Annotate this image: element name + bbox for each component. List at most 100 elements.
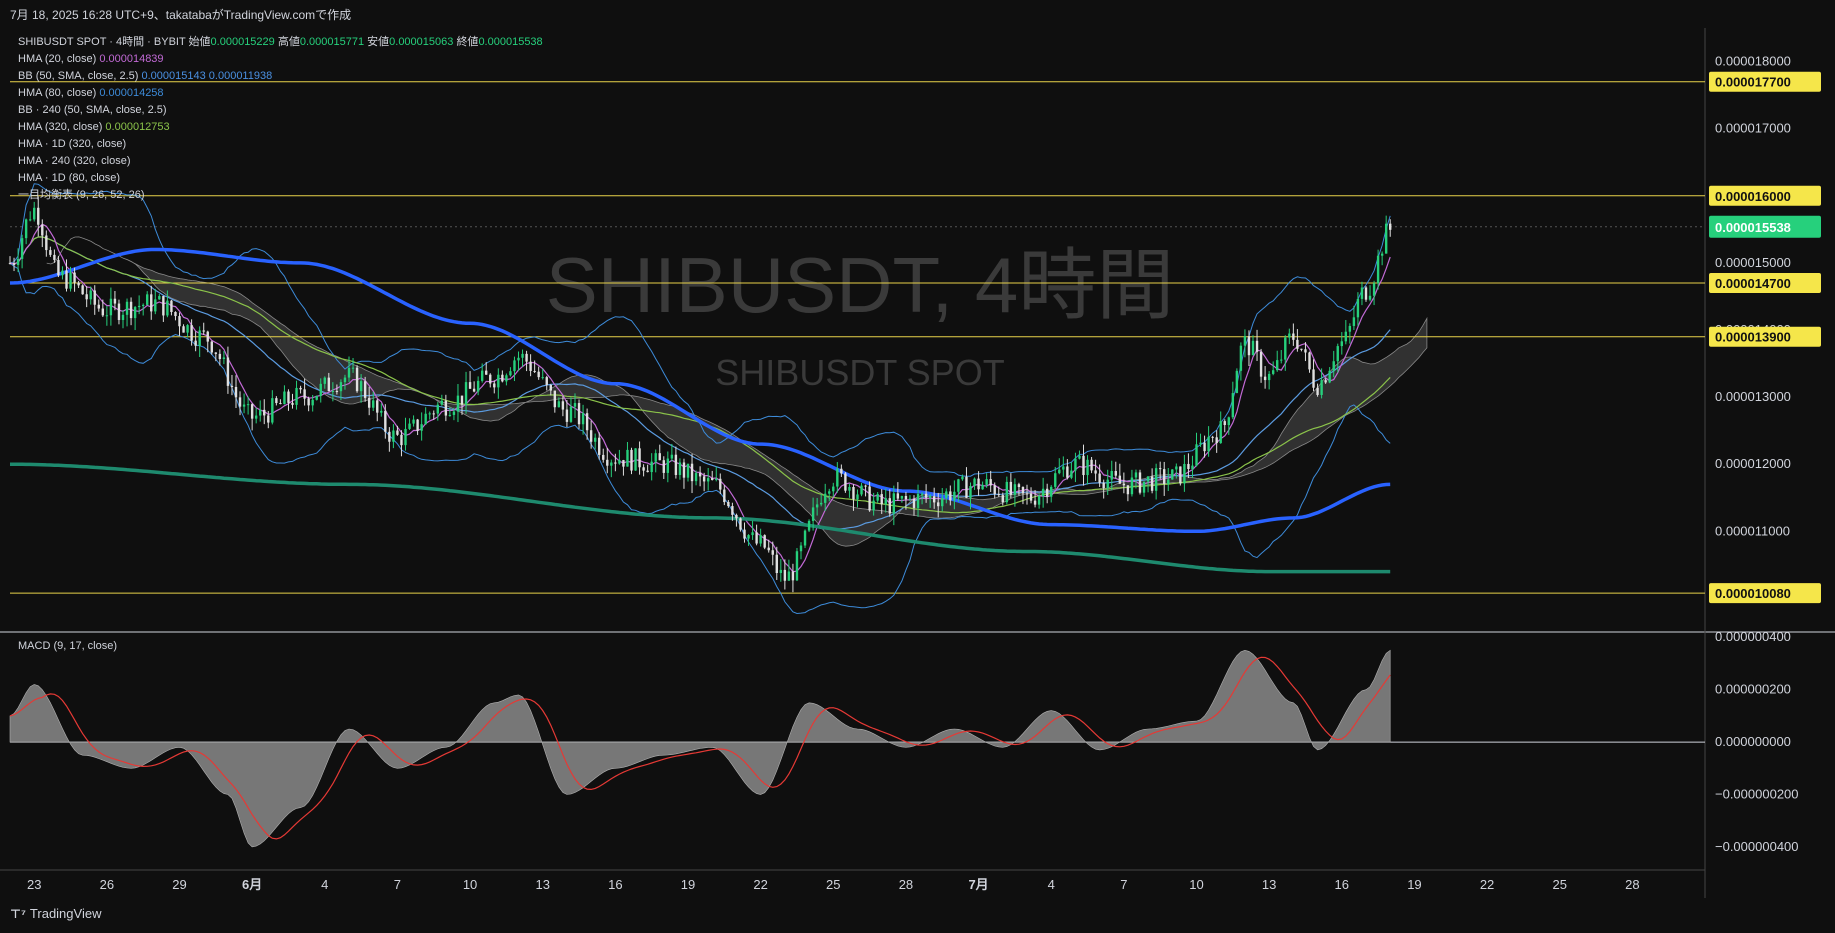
time-axis[interactable]: 23 26 29 6月 4 7 10 13 16 19 22 25 28 7月 4 7 10 13 16 19 22 25… [27,877,1640,892]
candle-body [626,449,629,467]
candle-body [129,301,133,319]
candle-body [480,370,484,381]
candle-body [1251,340,1255,356]
candle-body [428,413,431,415]
level-price-label: 0.000017700 [1715,75,1791,90]
time-tick-label: 29 [172,877,186,892]
candle-body [860,485,863,495]
time-tick-label: 19 [1407,877,1421,892]
legend-row: BB · 240 (50, SMA, close, 2.5) [18,102,543,119]
candle-body [214,352,218,354]
candle-body [1199,442,1202,445]
time-tick-label: 25 [826,877,840,892]
candle-body [1376,255,1380,284]
candle-body [501,374,504,382]
candle-body [1054,473,1057,487]
candle-body [440,400,444,405]
candle-body [916,493,920,508]
legend-row-value: 0.000014258 [99,87,164,99]
candle-body [1255,340,1259,352]
candle-body [1005,481,1009,503]
legend-row-name: BB · 240 (50, SMA, close, 2.5) [18,104,167,116]
candle-body [367,397,371,408]
candle-body [1308,352,1311,370]
legend-row: BB (50, SMA, close, 2.5) 0.000015143 0.0… [18,68,543,85]
candle-body [1037,496,1041,505]
candle-body [234,386,238,398]
candle-body [1070,470,1073,478]
time-tick-label: 13 [1262,877,1276,892]
time-tick-label: 22 [1480,877,1494,892]
candle-body [303,389,306,399]
legend-row: HMA (80, close) 0.000014258 [18,85,543,102]
candle-body [678,462,682,475]
candle-body [267,415,270,423]
candle-body [561,401,565,410]
candle-body [1142,481,1146,493]
watermark-title: SHIBUSDT, 4時間 [546,241,1174,329]
candle-body [985,479,988,485]
candle-body [686,463,690,478]
candle-body [912,498,916,508]
legend-row-value: 0.000014839 [99,53,164,65]
watermark: SHIBUSDT, 4時間 SHIBUSDT SPOT [546,241,1174,393]
candle-body [949,491,952,501]
candle-body [662,460,665,473]
candle-body [254,415,258,419]
close-label: 終値 [456,36,479,48]
candle-body [210,341,213,353]
candle-body [242,404,246,407]
candle-body [1348,325,1352,332]
candle-body [1066,466,1069,478]
candle-body [658,453,661,461]
legend-row-name: BB (50, SMA, close, 2.5) [18,70,142,82]
candle-body [271,398,274,423]
candle-body [799,545,803,552]
candle-body [1150,476,1154,491]
candle-body [513,360,516,372]
candle-body [1078,455,1081,459]
legend-row-name: HMA · 1D (320, close) [18,138,127,150]
candle-body [315,395,318,400]
candle-body [1360,287,1364,299]
candle-body [767,547,770,551]
candle-body [828,491,831,494]
candle-body [973,478,976,487]
candle-body [1276,360,1279,371]
candle-body [711,478,714,480]
candle-body [1094,470,1097,474]
indicator-legend: SHIBUSDT SPOT · 4時間 · BYBIT 始値0.00001522… [18,34,543,204]
candle-body [1304,349,1307,353]
time-tick-label: 19 [681,877,695,892]
candle-body [150,294,153,312]
candle-body [424,413,427,425]
legend-row: 一目均衡表 (9, 26, 52, 26) [18,187,543,204]
price-axis[interactable]: 0.000018000 0.000017000 0.000016000 0.00001… [1709,54,1821,854]
candle-body [731,506,734,515]
macd-tick-label: 0.000000200 [1715,682,1791,697]
candle-body [884,498,887,505]
candle-body [166,300,169,316]
legend-row: HMA · 240 (320, close) [18,153,543,170]
candle-body [1320,380,1323,395]
candle-body [602,454,605,460]
candle-body [162,296,165,316]
candle-body [1013,484,1017,495]
candle-body [101,308,105,316]
high-value: 0.000015771 [299,36,365,48]
candle-body [1122,483,1126,486]
candle-body [541,377,544,379]
candle-body [1356,298,1360,318]
candle-body [706,478,710,482]
candle-body [1114,470,1117,476]
time-tick-label: 16 [1335,877,1349,892]
candle-body [343,377,347,383]
candle-body [989,479,992,486]
candle-body [1384,223,1388,254]
candle-body [404,428,407,446]
candle-body [1041,488,1045,497]
candle-body [1300,348,1303,350]
price-tick-label: 0.000011000 [1715,523,1790,538]
candle-body [93,290,96,305]
candle-body [779,569,783,574]
